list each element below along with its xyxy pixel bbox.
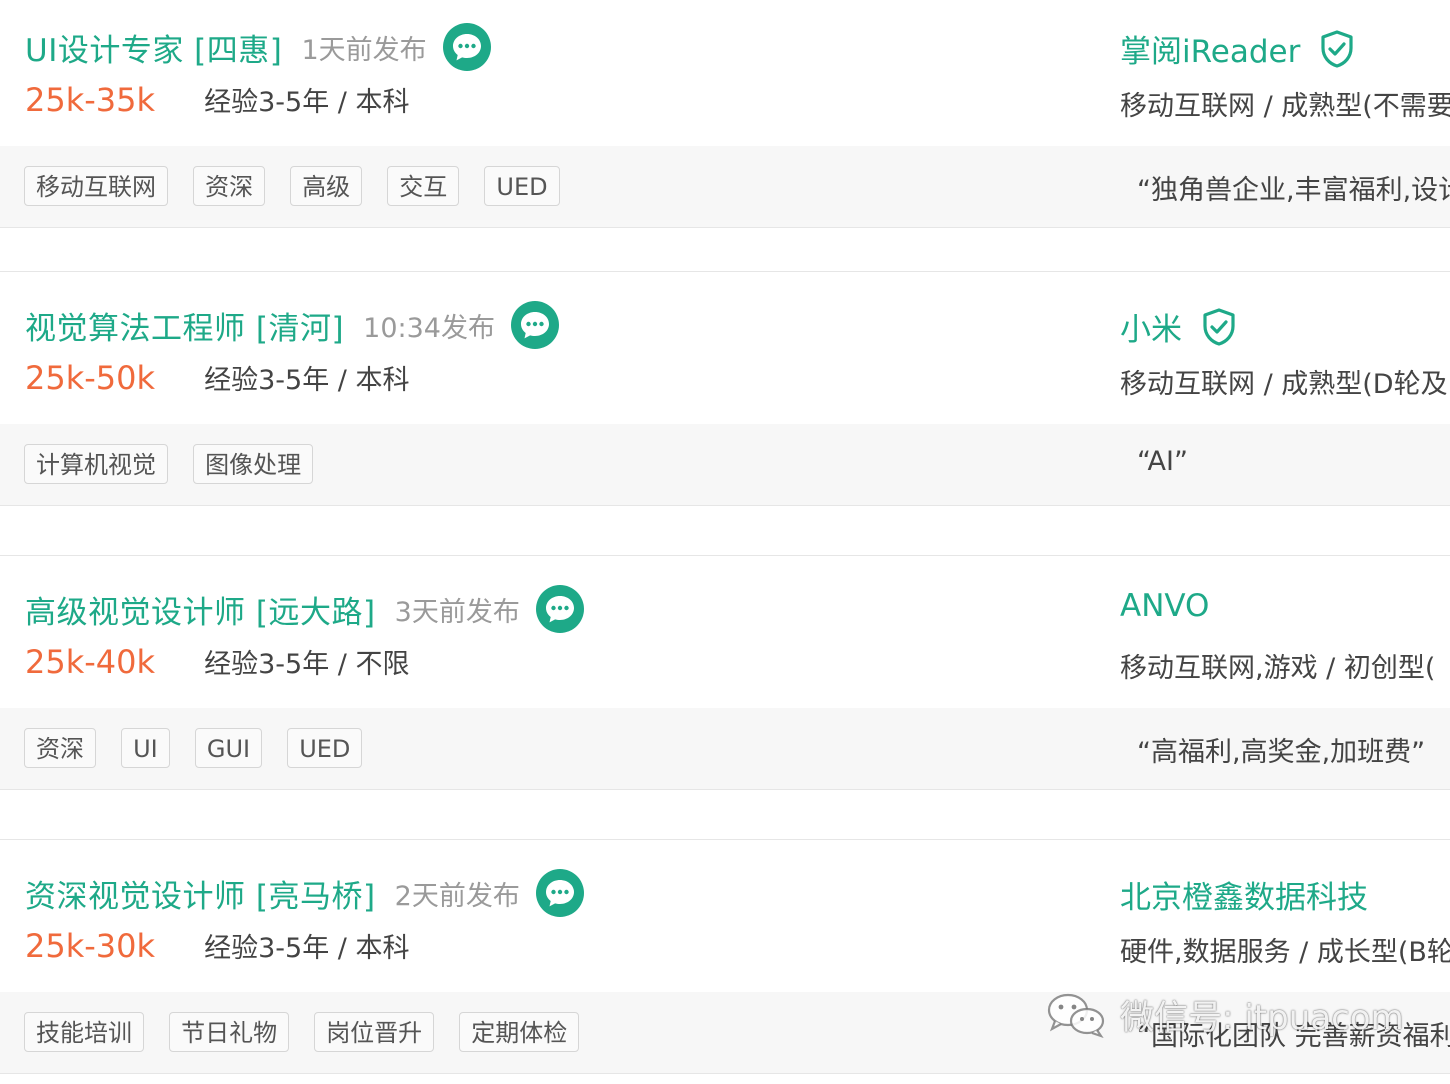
job-tag[interactable]: GUI xyxy=(194,728,263,768)
salary-row: 25k-40k 经验3-5年 / 不限 xyxy=(25,642,409,681)
company-row: 掌阅iReader xyxy=(1120,26,1355,71)
job-title-row: UI设计专家 [四惠] 1天前发布 xyxy=(25,22,492,72)
job-list: UI设计专家 [四惠] 1天前发布 25k-35k 经验3-5年 / 本科 掌阅… xyxy=(0,0,1450,1084)
job-tag[interactable]: 计算机视觉 xyxy=(24,444,168,484)
job-tag[interactable]: 高级 xyxy=(290,166,363,206)
company-row: 北京橙鑫数据科技 xyxy=(1120,872,1368,917)
salary-row: 25k-30k 经验3-5年 / 本科 xyxy=(25,926,409,965)
requirements: 经验3-5年 / 本科 xyxy=(204,933,410,964)
salary-row: 25k-50k 经验3-5年 / 本科 xyxy=(25,358,409,397)
tag-list: 移动互联网 资深 高级 交互 UED xyxy=(24,166,580,206)
job-card-header: 高级视觉设计师 [远大路] 3天前发布 25k-40k 经验3-5年 / 不限 … xyxy=(0,556,1450,708)
tag-list: 技能培训 节日礼物 岗位晋升 定期体检 xyxy=(24,1012,599,1052)
job-card[interactable]: UI设计专家 [四惠] 1天前发布 25k-35k 经验3-5年 / 本科 掌阅… xyxy=(0,0,1450,228)
company-name[interactable]: 北京橙鑫数据科技 xyxy=(1120,872,1368,917)
job-tag[interactable]: UI xyxy=(121,728,170,768)
job-title[interactable]: 视觉算法工程师 [清河] xyxy=(25,303,344,348)
verified-shield-icon xyxy=(1201,307,1237,346)
verified-shield-icon xyxy=(1319,29,1355,68)
job-title-row: 视觉算法工程师 [清河] 10:34发布 xyxy=(25,300,560,350)
company-row: 小米 xyxy=(1120,304,1237,349)
company-slogan: “独角兽企业,丰富福利,设计 xyxy=(1137,175,1450,206)
tag-list: 资深 UI GUI UED xyxy=(24,728,382,768)
company-row: ANVO xyxy=(1120,588,1209,624)
company-name[interactable]: ANVO xyxy=(1120,588,1209,624)
posted-time: 2天前发布 xyxy=(394,880,520,912)
job-tag[interactable]: 图像处理 xyxy=(193,444,314,484)
job-tag[interactable]: 节日礼物 xyxy=(169,1012,290,1052)
company-industry: 移动互联网 / 成熟型(D轮及 xyxy=(1120,369,1448,400)
tag-list: 计算机视觉 图像处理 xyxy=(24,444,333,484)
job-tag[interactable]: 资深 xyxy=(24,728,96,768)
requirements: 经验3-5年 / 本科 xyxy=(204,87,410,118)
wechat-icon xyxy=(1045,992,1107,1038)
job-card-header: 资深视觉设计师 [亮马桥] 2天前发布 25k-30k 经验3-5年 / 本科 … xyxy=(0,840,1450,992)
requirements: 经验3-5年 / 不限 xyxy=(204,649,410,680)
job-card[interactable]: 高级视觉设计师 [远大路] 3天前发布 25k-40k 经验3-5年 / 不限 … xyxy=(0,555,1450,790)
job-title[interactable]: 高级视觉设计师 [远大路] xyxy=(25,587,376,632)
tag-strip: 移动互联网 资深 高级 交互 UED “独角兽企业,丰富福利,设计 xyxy=(0,146,1450,228)
posted-time: 10:34发布 xyxy=(363,312,495,344)
chat-bubble-icon[interactable] xyxy=(510,300,560,350)
job-card-header: UI设计专家 [四惠] 1天前发布 25k-35k 经验3-5年 / 本科 掌阅… xyxy=(0,0,1450,146)
job-tag[interactable]: 交互 xyxy=(387,166,460,206)
company-name[interactable]: 掌阅iReader xyxy=(1120,26,1300,71)
job-tag[interactable]: UED xyxy=(484,166,560,206)
job-title[interactable]: 资深视觉设计师 [亮马桥] xyxy=(25,871,376,916)
salary: 25k-40k xyxy=(25,643,156,681)
chat-bubble-icon[interactable] xyxy=(535,584,585,634)
salary: 25k-30k xyxy=(25,927,156,965)
job-title[interactable]: UI设计专家 [四惠] xyxy=(25,25,282,70)
chat-bubble-icon[interactable] xyxy=(535,868,585,918)
job-title-row: 高级视觉设计师 [远大路] 3天前发布 xyxy=(25,584,585,634)
chat-bubble-icon[interactable] xyxy=(442,22,492,72)
company-industry: 移动互联网 / 成熟型(不需要 xyxy=(1120,91,1450,122)
job-tag[interactable]: 移动互联网 xyxy=(24,166,168,206)
company-industry: 硬件,数据服务 / 成长型(B轮 xyxy=(1120,937,1450,968)
company-industry: 移动互联网,游戏 / 初创型( xyxy=(1120,653,1436,684)
company-slogan: “AI” xyxy=(1137,446,1188,477)
posted-time: 1天前发布 xyxy=(301,34,427,66)
job-tag[interactable]: UED xyxy=(287,728,363,768)
job-tag[interactable]: 技能培训 xyxy=(24,1012,144,1052)
job-tag[interactable]: 岗位晋升 xyxy=(314,1012,435,1052)
company-name[interactable]: 小米 xyxy=(1120,304,1182,349)
job-card-header: 视觉算法工程师 [清河] 10:34发布 25k-50k 经验3-5年 / 本科… xyxy=(0,272,1450,424)
job-tag[interactable]: 定期体检 xyxy=(459,1012,580,1052)
watermark-text: 微信号: itpuacom xyxy=(1120,998,1404,1038)
salary: 25k-35k xyxy=(25,81,156,119)
tag-strip: 资深 UI GUI UED “高福利,高奖金,加班费” xyxy=(0,708,1450,790)
tag-strip: 计算机视觉 图像处理 “AI” xyxy=(0,424,1450,506)
salary: 25k-50k xyxy=(25,359,156,397)
salary-row: 25k-35k 经验3-5年 / 本科 xyxy=(25,80,409,119)
requirements: 经验3-5年 / 本科 xyxy=(204,365,410,396)
posted-time: 3天前发布 xyxy=(394,596,520,628)
company-slogan: “高福利,高奖金,加班费” xyxy=(1137,737,1426,768)
wechat-watermark: 微信号: itpuacom xyxy=(1045,990,1404,1040)
job-tag[interactable]: 资深 xyxy=(193,166,266,206)
job-card[interactable]: 视觉算法工程师 [清河] 10:34发布 25k-50k 经验3-5年 / 本科… xyxy=(0,271,1450,506)
job-title-row: 资深视觉设计师 [亮马桥] 2天前发布 xyxy=(25,868,585,918)
